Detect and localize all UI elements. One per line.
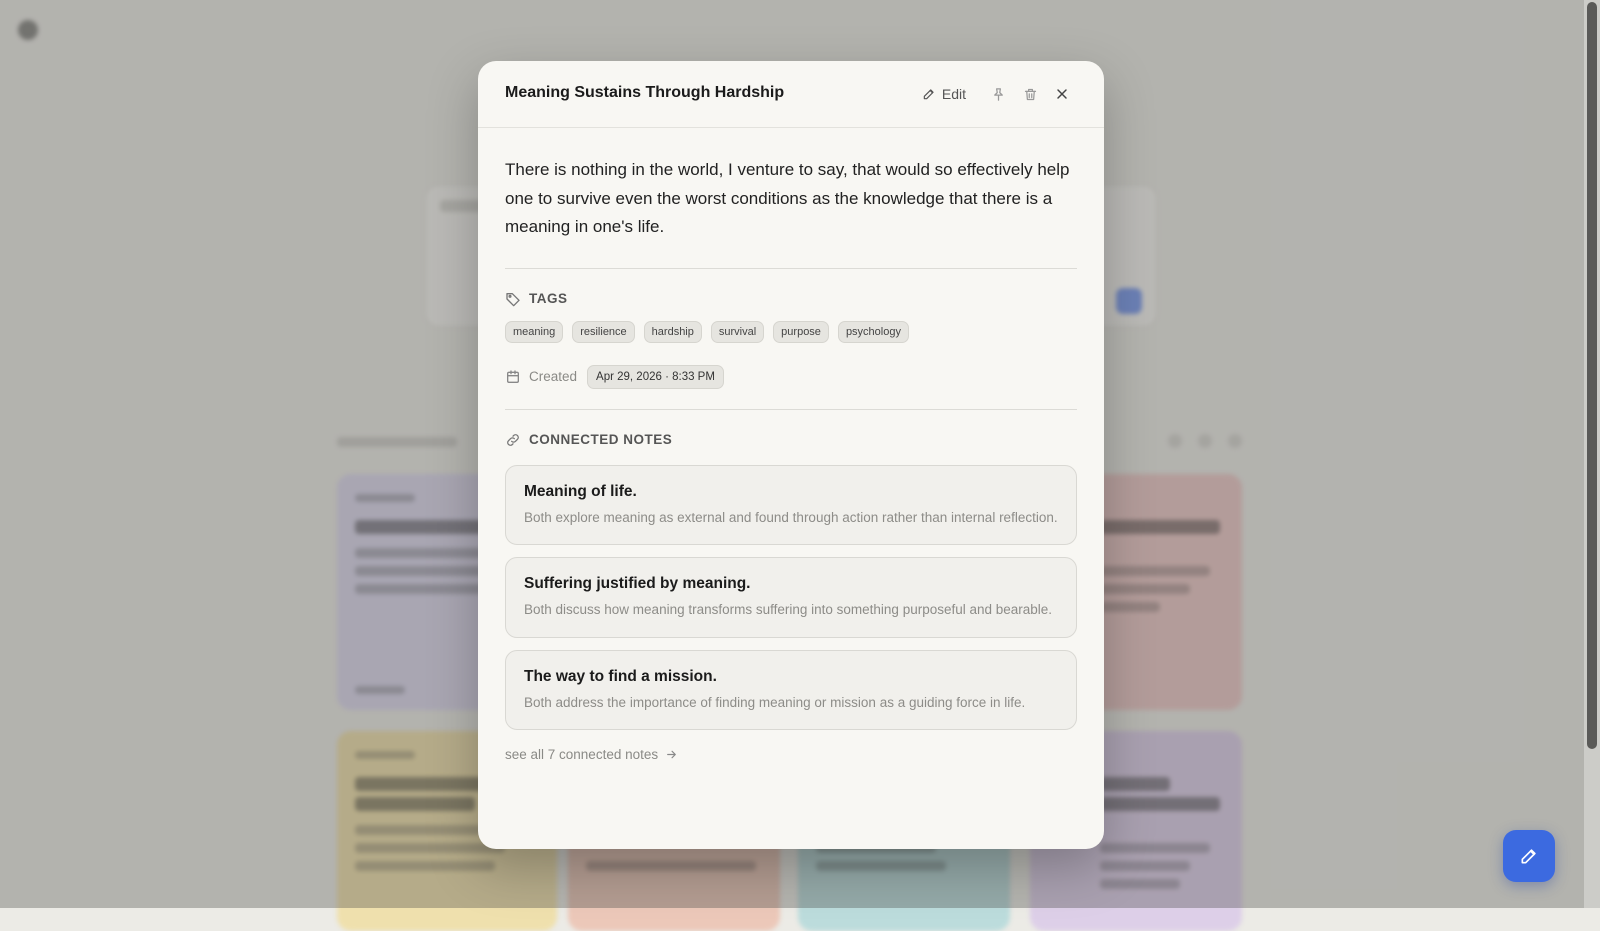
tag-chip[interactable]: resilience: [572, 320, 635, 343]
page-scrollbar[interactable]: [1584, 0, 1600, 908]
scrollbar-thumb[interactable]: [1587, 2, 1597, 749]
connected-note-description: Both address the importance of finding m…: [524, 694, 1026, 710]
pin-icon: [993, 87, 1003, 101]
modal-title: Meaning Sustains Through Hardship: [505, 84, 785, 101]
connected-notes-list: Meaning of life. Both explore meaning as…: [505, 464, 1077, 730]
connected-note-card[interactable]: Meaning of life. Both explore meaning as…: [505, 464, 1077, 545]
connected-notes-heading: CONNECTED NOTES: [505, 432, 1077, 448]
created-label: Created: [529, 369, 578, 384]
trash-icon: [1024, 88, 1036, 100]
tag-chip[interactable]: hardship: [643, 320, 702, 343]
connected-note-title: Suffering justified by meaning.: [524, 575, 751, 592]
connected-note-card[interactable]: The way to find a mission. Both address …: [505, 649, 1077, 730]
tag-chip[interactable]: survival: [710, 320, 765, 343]
link-icon: [507, 433, 519, 446]
tag-chip[interactable]: psychology: [837, 320, 909, 343]
edit-button-label: Edit: [941, 86, 966, 102]
modal-header: Meaning Sustains Through Hardship Edit: [478, 61, 1104, 128]
close-button[interactable]: [1046, 80, 1078, 108]
divider: [505, 408, 1077, 410]
divider: [505, 267, 1077, 269]
connected-note-description: Both discuss how meaning transforms suff…: [524, 602, 1053, 617]
note-detail-modal: Meaning Sustains Through Hardship Edit T…: [478, 61, 1104, 849]
tag-icon: [506, 292, 520, 306]
tags-heading: TAGS: [505, 291, 1077, 307]
modal-body: There is nothing in the world, I venture…: [478, 156, 1104, 764]
connected-note-title: The way to find a mission.: [524, 667, 717, 685]
tag-list: meaning resilience hardship survival pur…: [505, 320, 1077, 343]
tag-chip[interactable]: purpose: [773, 320, 829, 343]
delete-button[interactable]: [1014, 80, 1046, 108]
see-all-label: see all 7 connected notes: [505, 747, 659, 762]
pin-button[interactable]: [982, 80, 1014, 108]
tags-heading-label: TAGS: [529, 291, 568, 306]
connected-note-title: Meaning of life.: [524, 482, 637, 500]
new-note-button[interactable]: [1503, 830, 1555, 882]
pencil-icon: [923, 89, 934, 100]
connected-note-card[interactable]: Suffering justified by meaning. Both dis…: [505, 557, 1077, 638]
connected-note-description: Both explore meaning as external and fou…: [524, 509, 1058, 525]
connected-heading-label: CONNECTED NOTES: [529, 432, 673, 447]
tag-chip[interactable]: meaning: [505, 320, 564, 343]
created-date: Apr 29, 2026 · 8:33 PM: [587, 364, 724, 389]
close-icon: [1057, 89, 1067, 99]
arrow-right-icon: [667, 750, 676, 759]
edit-button[interactable]: Edit: [916, 82, 972, 106]
created-row: Created Apr 29, 2026 · 8:33 PM: [505, 364, 1077, 389]
calendar-icon: [507, 369, 519, 383]
modal-actions: Edit: [916, 80, 1078, 108]
note-content: There is nothing in the world, I venture…: [505, 160, 1070, 236]
see-all-connected-link[interactable]: see all 7 connected notes: [505, 747, 678, 762]
pencil-icon: [1521, 849, 1536, 864]
